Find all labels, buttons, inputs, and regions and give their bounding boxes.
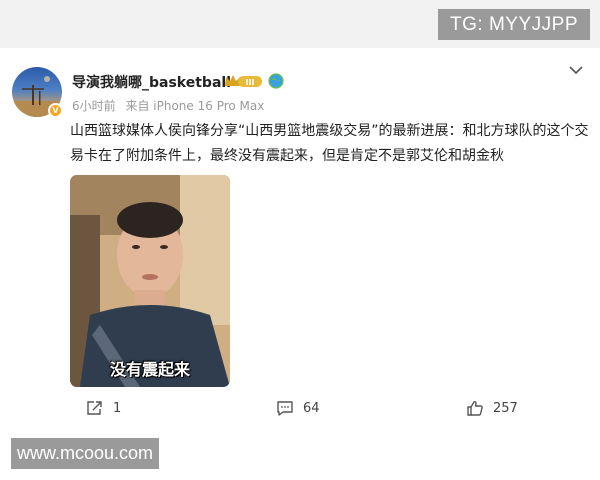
weibo-post-card: V 导演我躺哪_basketball III 6小时前 来自 iPhone 16…: [0, 48, 600, 428]
crown-level-icon: III: [225, 75, 262, 87]
comment-icon: [277, 401, 293, 416]
video-subtitle: 没有震起来: [109, 360, 190, 379]
thumbs-up-icon: [467, 401, 483, 416]
like-count: 257: [493, 400, 518, 416]
post-text: 山西篮球媒体人侯向锋分享“山西男篮地震级交易”的最新进展：和北方球队的这个交易卡…: [70, 123, 589, 164]
comment-button[interactable]: 64: [276, 396, 320, 420]
watermark-telegram: TG: MYYJJPP: [438, 9, 590, 40]
video-thumbnail[interactable]: 没有震起来: [70, 175, 230, 387]
post-source: 来自 iPhone 16 Pro Max: [125, 99, 265, 113]
action-bar: 1 64 257: [0, 396, 600, 420]
level-badge-text: III: [246, 78, 255, 87]
verified-badge-icon: V: [48, 103, 63, 118]
watermark-website: www.mcoou.com: [11, 438, 160, 469]
comment-count: 64: [303, 400, 320, 416]
author-name[interactable]: 导演我躺哪_basketball: [72, 72, 231, 92]
post-meta: 6小时前 来自 iPhone 16 Pro Max: [72, 97, 270, 114]
share-button[interactable]: 1: [86, 396, 121, 420]
chevron-down-icon[interactable]: [568, 64, 584, 76]
share-count: 1: [113, 400, 122, 416]
like-button[interactable]: 257: [466, 396, 518, 420]
share-icon: [87, 401, 102, 415]
globe-icon: [268, 73, 284, 89]
post-time: 6小时前: [72, 99, 116, 113]
